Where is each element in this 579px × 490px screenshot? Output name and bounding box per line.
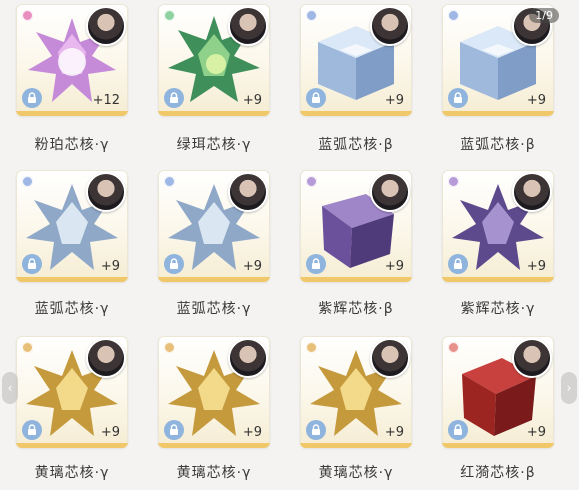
item-name: 蓝弧芯核·β [460,137,536,153]
item-name: 粉珀芯核·γ [34,137,110,153]
item-count: +9 [526,259,546,274]
core-card[interactable]: +9 [16,336,128,448]
scroll-right-arrow-icon[interactable]: › [561,372,577,404]
card-bottom-bar [16,277,128,282]
item-count: +9 [242,425,262,440]
card-bottom-bar [442,277,554,282]
avatar [86,338,126,378]
rarity-dot [22,176,33,187]
core-card[interactable]: +9 [158,170,270,282]
rarity-dot [22,10,33,21]
lock-icon[interactable] [22,88,42,108]
item-name: 黄璃芯核·γ [34,465,110,481]
lock-icon[interactable] [306,420,326,440]
rarity-dot [164,342,175,353]
card-bottom-bar [442,443,554,448]
lock-icon[interactable] [306,254,326,274]
card-bottom-bar [158,443,270,448]
rarity-dot [306,176,317,187]
avatar [370,338,410,378]
card-bottom-bar [300,111,412,116]
page-indicator: 1/9 [529,8,559,23]
avatar [86,6,126,46]
core-card[interactable]: +9 [442,170,554,282]
item-name: 蓝弧芯核·β [318,137,394,153]
avatar [512,338,552,378]
rarity-dot [22,342,33,353]
scroll-left-arrow-icon[interactable]: ‹ [2,372,18,404]
avatar [370,6,410,46]
item-name: 红漪芯核·β [460,465,536,481]
core-card[interactable]: +9 [158,336,270,448]
card-bottom-bar [16,443,128,448]
avatar [86,172,126,212]
item-count: +9 [242,93,262,108]
card-bottom-bar [16,111,128,116]
avatar [370,172,410,212]
core-card[interactable]: +12 [16,4,128,116]
lock-icon[interactable] [164,88,184,108]
item-count: +12 [92,93,120,108]
item-count: +9 [100,425,120,440]
item-count: +9 [100,259,120,274]
item-count: +9 [242,259,262,274]
item-count: +9 [526,93,546,108]
item-count: +9 [526,425,546,440]
rarity-dot [164,10,175,21]
rarity-dot [448,342,459,353]
lock-icon[interactable] [448,254,468,274]
core-inventory-grid: +12 +9 +9 +9 粉珀芯核·γ 绿珥芯核·γ 蓝弧芯核·β 蓝弧芯核·β… [0,0,579,490]
avatar [228,172,268,212]
lock-icon[interactable] [22,254,42,274]
card-bottom-bar [300,443,412,448]
lock-icon[interactable] [164,420,184,440]
avatar [228,338,268,378]
item-count: +9 [384,93,404,108]
avatar [512,172,552,212]
item-name: 紫辉芯核·β [318,301,394,317]
item-name: 紫辉芯核·γ [460,301,536,317]
card-bottom-bar [158,111,270,116]
rarity-dot [448,176,459,187]
rarity-dot [306,10,317,21]
card-bottom-bar [442,111,554,116]
lock-icon[interactable] [448,420,468,440]
lock-icon[interactable] [22,420,42,440]
core-card[interactable]: +9 [442,336,554,448]
item-name: 黄璃芯核·γ [318,465,394,481]
item-name: 蓝弧芯核·γ [176,301,252,317]
core-card[interactable]: +9 [300,336,412,448]
item-count: +9 [384,425,404,440]
item-name: 黄璃芯核·γ [176,465,252,481]
core-card[interactable]: +9 [158,4,270,116]
card-bottom-bar [158,277,270,282]
rarity-dot [306,342,317,353]
rarity-dot [164,176,175,187]
item-name: 蓝弧芯核·γ [34,301,110,317]
lock-icon[interactable] [448,88,468,108]
card-bottom-bar [300,277,412,282]
avatar [228,6,268,46]
core-card[interactable]: +9 [16,170,128,282]
item-count: +9 [384,259,404,274]
item-name: 绿珥芯核·γ [176,137,252,153]
lock-icon[interactable] [306,88,326,108]
lock-icon[interactable] [164,254,184,274]
rarity-dot [448,10,459,21]
core-card[interactable]: +9 [300,4,412,116]
core-card[interactable]: +9 [300,170,412,282]
